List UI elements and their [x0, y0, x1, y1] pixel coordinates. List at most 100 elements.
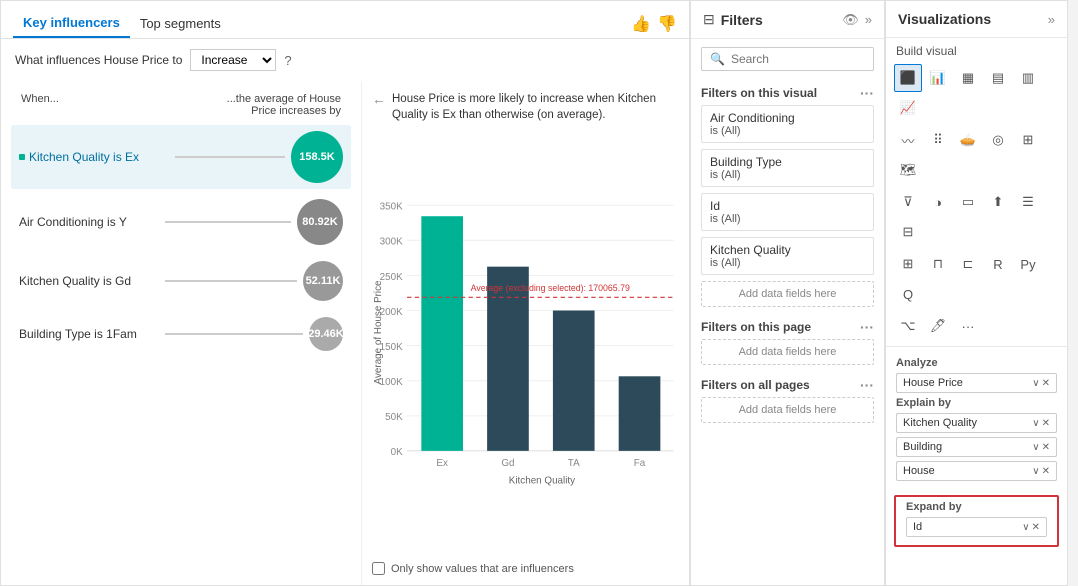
- viz-icon-100pct-bar[interactable]: ▥: [1014, 64, 1042, 92]
- filter-card-air-conditioning[interactable]: Air Conditioning is (All): [701, 105, 874, 143]
- bar-fa[interactable]: [619, 376, 661, 451]
- list-item[interactable]: Kitchen Quality is Ex 158.5K: [11, 125, 351, 189]
- add-all-fields-btn[interactable]: Add data fields here: [701, 397, 874, 423]
- expand-by-id-field[interactable]: Id ∨ ✕: [906, 517, 1047, 537]
- svg-text:Fa: Fa: [634, 458, 646, 469]
- viz-icon-card[interactable]: ▭: [954, 188, 982, 216]
- search-input[interactable]: [731, 52, 865, 66]
- viz-icon-line[interactable]: 📈: [894, 94, 922, 122]
- bubble: 158.5K: [291, 131, 343, 183]
- expand-id-close-icon[interactable]: ✕: [1032, 522, 1040, 533]
- viz-icon-slicer[interactable]: ☰: [1014, 188, 1042, 216]
- filter-card-building-type[interactable]: Building Type is (All): [701, 149, 874, 187]
- explain-building-text: Building: [903, 441, 1032, 453]
- viz-icon-ribbon[interactable]: ⊏: [954, 250, 982, 278]
- viz-icon-more[interactable]: ···: [954, 312, 982, 340]
- viz-icon-matrix[interactable]: ⊞: [894, 250, 922, 278]
- viz-icon-gauge[interactable]: ◑: [924, 188, 952, 216]
- explain-by-kitchen-field[interactable]: Kitchen Quality ∨ ✕: [896, 413, 1057, 433]
- add-page-fields-btn[interactable]: Add data fields here: [701, 339, 874, 365]
- viz-icon-table[interactable]: ⊟: [894, 218, 922, 246]
- expand-by-label: Expand by: [906, 501, 1047, 513]
- filter-card-kitchen-quality[interactable]: Kitchen Quality is (All): [701, 237, 874, 275]
- explain-building-chevron-icon[interactable]: ∨: [1032, 442, 1039, 453]
- expand-viz-icon[interactable]: »: [1048, 12, 1055, 27]
- viz-icon-bar[interactable]: 📊: [924, 64, 952, 92]
- only-influencers-label: Only show values that are influencers: [391, 563, 574, 575]
- only-influencers-checkbox[interactable]: [372, 562, 385, 575]
- search-box[interactable]: 🔍: [701, 47, 874, 71]
- filter-card-id[interactable]: Id is (All): [701, 193, 874, 231]
- filters-scroll: Filters on this visual ··· Air Condition…: [691, 79, 884, 585]
- list-item[interactable]: Building Type is 1Fam 29.46K: [11, 311, 351, 357]
- influencer-label: Kitchen Quality is Gd: [19, 274, 159, 288]
- bar-ta[interactable]: [553, 311, 595, 451]
- explain-kitchen-text: Kitchen Quality: [903, 417, 1032, 429]
- filters-header: ⊟ Filters 👁 »: [691, 1, 884, 39]
- back-arrow-icon[interactable]: ←: [372, 91, 386, 107]
- viz-icon-donut[interactable]: ◎: [984, 126, 1012, 154]
- bar-gd[interactable]: [487, 267, 529, 451]
- bar-line: [165, 221, 291, 223]
- add-visual-fields-btn[interactable]: Add data fields here: [701, 281, 874, 307]
- list-item[interactable]: Air Conditioning is Y 80.92K: [11, 193, 351, 251]
- analyze-chevron-icon[interactable]: ∨: [1032, 378, 1039, 389]
- filter-card-value: is (All): [710, 257, 865, 269]
- viz-icon-treemap[interactable]: ⊞: [1014, 126, 1042, 154]
- viz-icon-kpi[interactable]: ⬆: [984, 188, 1012, 216]
- viz-icon-key-influencers[interactable]: ⬛: [894, 64, 922, 92]
- left-panel: Key influencers Top segments 👍 👎 What in…: [0, 0, 690, 586]
- expand-filters-icon[interactable]: »: [865, 12, 872, 27]
- col-headers: When... ...the average of House Price in…: [11, 89, 351, 121]
- tab-top-segments[interactable]: Top segments: [130, 10, 231, 37]
- explain-house-close-icon[interactable]: ✕: [1042, 466, 1050, 477]
- bar-line: [175, 156, 285, 158]
- thumbs-down-icon[interactable]: 👎: [657, 14, 677, 34]
- bar-ex[interactable]: [421, 216, 463, 451]
- viz-icons-row3: ⊽ ◑ ▭ ⬆ ☰ ⊟: [886, 186, 1067, 248]
- viz-icon-pie[interactable]: 🥧: [954, 126, 982, 154]
- viz-icon-area[interactable]: 〰: [894, 126, 922, 154]
- viz-icon-scatter[interactable]: ⠿: [924, 126, 952, 154]
- expand-id-actions: ∨ ✕: [1022, 522, 1040, 533]
- bar-container: [159, 333, 309, 335]
- viz-icon-r-script[interactable]: R: [984, 250, 1012, 278]
- all-filter-menu-icon[interactable]: ···: [860, 377, 874, 393]
- viz-icon-map[interactable]: 🗺: [894, 156, 922, 184]
- analyze-field[interactable]: House Price ∨ ✕: [896, 373, 1057, 393]
- viz-icon-waterfall[interactable]: ⊓: [924, 250, 952, 278]
- viz-icon-stacked-bar[interactable]: ▦: [954, 64, 982, 92]
- explain-building-close-icon[interactable]: ✕: [1042, 442, 1050, 453]
- viz-icon-decomposition[interactable]: ⌥: [894, 312, 922, 340]
- viz-icon-qanda[interactable]: Q: [894, 280, 922, 308]
- filter-card-title: Building Type: [710, 155, 865, 169]
- viz-scroll: Build visual ⬛ 📊 ▦ ▤ ▥ 📈 〰 ⠿ 🥧 ◎ ⊞ 🗺 ⊽ ◑…: [886, 38, 1067, 585]
- thumbs-up-icon[interactable]: 👍: [631, 14, 651, 34]
- filters-on-page-title: Filters on this page ···: [701, 313, 874, 339]
- viz-icon-clustered-bar[interactable]: ▤: [984, 64, 1012, 92]
- filters-title: Filters: [721, 12, 837, 28]
- explain-kitchen-chevron-icon[interactable]: ∨: [1032, 418, 1039, 429]
- expand-id-text: Id: [913, 521, 1022, 533]
- filter-card-value: is (All): [710, 169, 865, 181]
- viz-icon-python[interactable]: Py: [1014, 250, 1042, 278]
- visual-filter-menu-icon[interactable]: ···: [860, 85, 874, 101]
- explain-house-chevron-icon[interactable]: ∨: [1032, 466, 1039, 477]
- explain-house-text: House: [903, 465, 1032, 477]
- explain-by-building-field[interactable]: Building ∨ ✕: [896, 437, 1057, 457]
- explain-by-house-field[interactable]: House ∨ ✕: [896, 461, 1057, 481]
- bar-container: [159, 280, 303, 282]
- list-item[interactable]: Kitchen Quality is Gd 52.11K: [11, 255, 351, 307]
- page-filter-menu-icon[interactable]: ···: [860, 319, 874, 335]
- explain-kitchen-close-icon[interactable]: ✕: [1042, 418, 1050, 429]
- question-label: What influences House Price to: [15, 53, 182, 67]
- analyze-close-icon[interactable]: ✕: [1042, 378, 1050, 389]
- viz-icon-smart-narrative[interactable]: 🖊: [924, 312, 952, 340]
- help-icon[interactable]: ?: [284, 53, 291, 68]
- eye-icon[interactable]: 👁: [842, 12, 859, 28]
- tab-key-influencers[interactable]: Key influencers: [13, 9, 130, 38]
- influencer-label: Building Type is 1Fam: [19, 327, 159, 341]
- increase-dropdown[interactable]: Increase Decrease: [190, 49, 276, 71]
- viz-icon-funnel[interactable]: ⊽: [894, 188, 922, 216]
- expand-id-chevron-icon[interactable]: ∨: [1022, 522, 1029, 533]
